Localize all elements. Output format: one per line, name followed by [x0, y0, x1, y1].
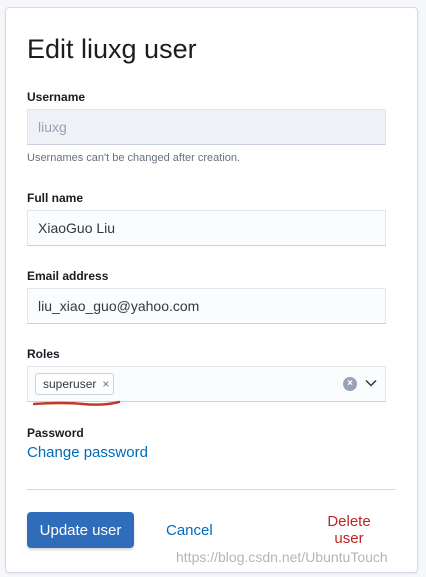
annotation-underline	[33, 400, 121, 406]
role-pill-superuser: superuser ×	[35, 373, 115, 395]
update-user-button[interactable]: Update user	[27, 512, 134, 548]
roles-combobox[interactable]: superuser × ×	[27, 366, 386, 402]
email-field[interactable]	[27, 288, 386, 324]
divider	[27, 489, 396, 490]
username-field	[27, 109, 386, 145]
remove-role-icon[interactable]: ×	[102, 378, 109, 390]
role-pill-label: superuser	[43, 377, 97, 391]
page-title: Edit liuxg user	[27, 34, 197, 64]
username-help-text: Usernames can't be changed after creatio…	[27, 152, 241, 164]
chevron-down-icon[interactable]	[364, 376, 378, 390]
change-password-link[interactable]: Change password	[27, 444, 148, 461]
username-label: Username	[27, 90, 86, 104]
clear-roles-icon[interactable]: ×	[343, 377, 357, 391]
roles-label: Roles	[27, 347, 60, 361]
password-label: Password	[27, 426, 84, 440]
full-name-field[interactable]	[27, 210, 386, 246]
email-label: Email address	[27, 269, 109, 283]
cancel-button[interactable]: Cancel	[160, 512, 216, 548]
delete-user-button[interactable]: Delete user	[306, 512, 392, 548]
watermark: https://blog.csdn.net/UbuntuTouch	[176, 549, 388, 565]
full-name-label: Full name	[27, 191, 84, 205]
